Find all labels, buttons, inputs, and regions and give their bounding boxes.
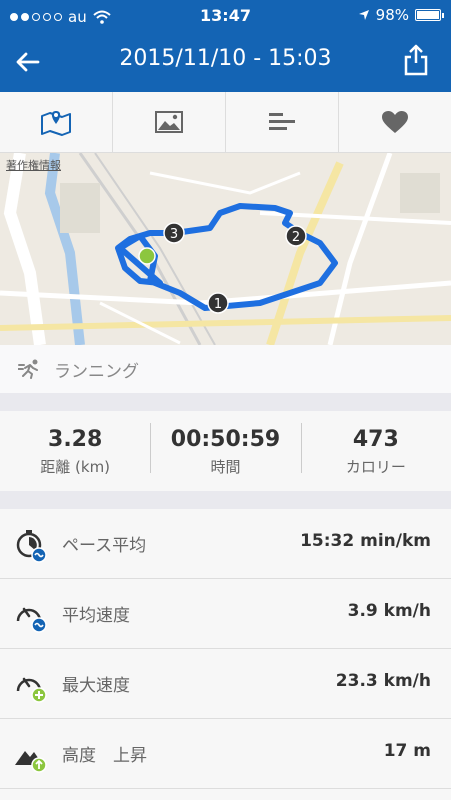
tab-map[interactable] (0, 92, 113, 152)
row-value: 15:32 min/km (300, 531, 431, 551)
battery-percent: 98% (375, 6, 409, 24)
image-icon (155, 111, 183, 133)
stat-calories-unit: カロリー (345, 458, 406, 476)
stat-distance-unit: 距離 (km) (40, 458, 111, 476)
row-value: 17 m (383, 741, 431, 761)
map-background: 1 2 3 (0, 153, 451, 345)
stat-duration-unit: 時間 (210, 458, 241, 476)
navigation-bar: 2015/11/10 - 15:03 (0, 32, 451, 92)
section-divider (0, 393, 451, 411)
km-marker-1: 1 (207, 292, 229, 314)
list-item-average-speed: 平均速度 3.9 km/h (0, 579, 451, 649)
row-label: 高度 上昇 (62, 746, 147, 766)
tab-splits[interactable] (226, 92, 339, 152)
location-arrow-icon (358, 10, 369, 20)
share-icon[interactable] (403, 44, 429, 76)
row-label: 平均速度 (62, 606, 130, 626)
km-marker-2: 2 (285, 225, 307, 247)
activity-type-label: ランニング (54, 362, 139, 382)
svg-text:1: 1 (214, 297, 222, 312)
bars-icon (269, 113, 295, 130)
row-value: 3.9 km/h (347, 601, 431, 621)
route-map[interactable]: 1 2 3 著作権情報 (0, 153, 451, 345)
row-label: ペース平均 (62, 536, 147, 556)
stat-calories: 473 カロリー (300, 411, 451, 491)
tab-photos[interactable] (113, 92, 226, 152)
map-pin-icon (41, 111, 71, 136)
activity-type-bar: ランニング (0, 345, 451, 393)
row-value: 23.3 km/h (335, 671, 431, 691)
detail-tabs (0, 92, 451, 153)
page-title: 2015/11/10 - 15:03 (119, 46, 332, 71)
row-label: 最大速度 (62, 676, 130, 696)
list-item-max-speed: 最大速度 23.3 km/h (0, 649, 451, 719)
section-divider (0, 491, 451, 509)
max-speed-icon (16, 677, 47, 703)
heart-icon (382, 111, 408, 133)
stat-calories-value: 473 (352, 427, 399, 452)
running-icon (18, 359, 38, 379)
average-speed-icon (16, 607, 47, 633)
pace-average-icon (16, 530, 47, 563)
list-item-pace-average: ペース平均 15:32 min/km (0, 509, 451, 579)
summary-stats: 3.28 距離 (km) 00:50:59 時間 473 カロリー (0, 411, 451, 491)
app-header: au 13:47 98% 2015/11/10 - 15:03 (0, 0, 451, 92)
detail-list: ペース平均 15:32 min/km 平均速度 3.9 km/h 最大速度 23… (0, 509, 451, 800)
svg-text:2: 2 (292, 230, 300, 245)
tab-like[interactable] (339, 92, 451, 152)
status-bar: au 13:47 98% (0, 0, 451, 32)
list-item-elevation-gain: 高度 上昇 17 m (0, 719, 451, 789)
stat-distance-value: 3.28 (48, 427, 103, 452)
svg-text:3: 3 (170, 227, 178, 242)
stat-duration: 00:50:59 時間 (150, 411, 300, 491)
stat-duration-value: 00:50:59 (170, 427, 281, 452)
stat-distance: 3.28 距離 (km) (0, 411, 150, 491)
elevation-gain-icon (15, 751, 47, 773)
battery-icon (415, 9, 444, 21)
back-arrow-icon[interactable] (14, 48, 42, 76)
km-marker-3: 3 (163, 222, 185, 244)
map-copyright-link[interactable]: 著作権情報 (6, 157, 61, 173)
